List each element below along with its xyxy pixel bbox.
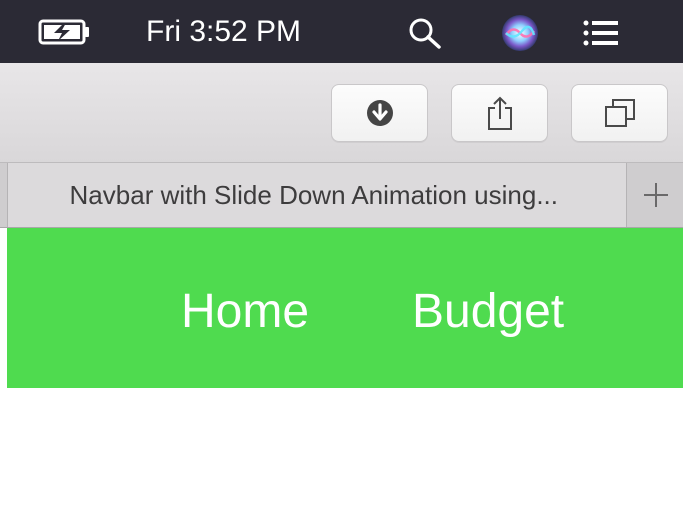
nav-link-home[interactable]: Home (181, 284, 309, 340)
menu-bar: Fri 3:52 PM (0, 0, 683, 63)
menu-bar-clock[interactable]: Fri 3:52 PM (146, 15, 301, 49)
tab-bar: Navbar with Slide Down Animation using..… (0, 163, 683, 228)
share-button[interactable] (451, 84, 548, 142)
web-page-content: Home Budget (0, 228, 683, 510)
battery-charging-icon[interactable] (38, 19, 94, 50)
browser-toolbar (0, 63, 683, 163)
new-tab-button[interactable] (628, 163, 683, 227)
search-icon[interactable] (408, 17, 442, 54)
green-navbar: Home Budget (7, 228, 683, 388)
downloads-button[interactable] (331, 84, 428, 142)
tab-title: Navbar with Slide Down Animation using..… (69, 180, 558, 210)
siri-icon[interactable] (500, 13, 540, 58)
tab-active[interactable]: Navbar with Slide Down Animation using..… (7, 163, 627, 227)
show-all-tabs-button[interactable] (571, 84, 668, 142)
notification-center-icon[interactable] (583, 20, 619, 51)
nav-link-budget[interactable]: Budget (412, 284, 564, 340)
